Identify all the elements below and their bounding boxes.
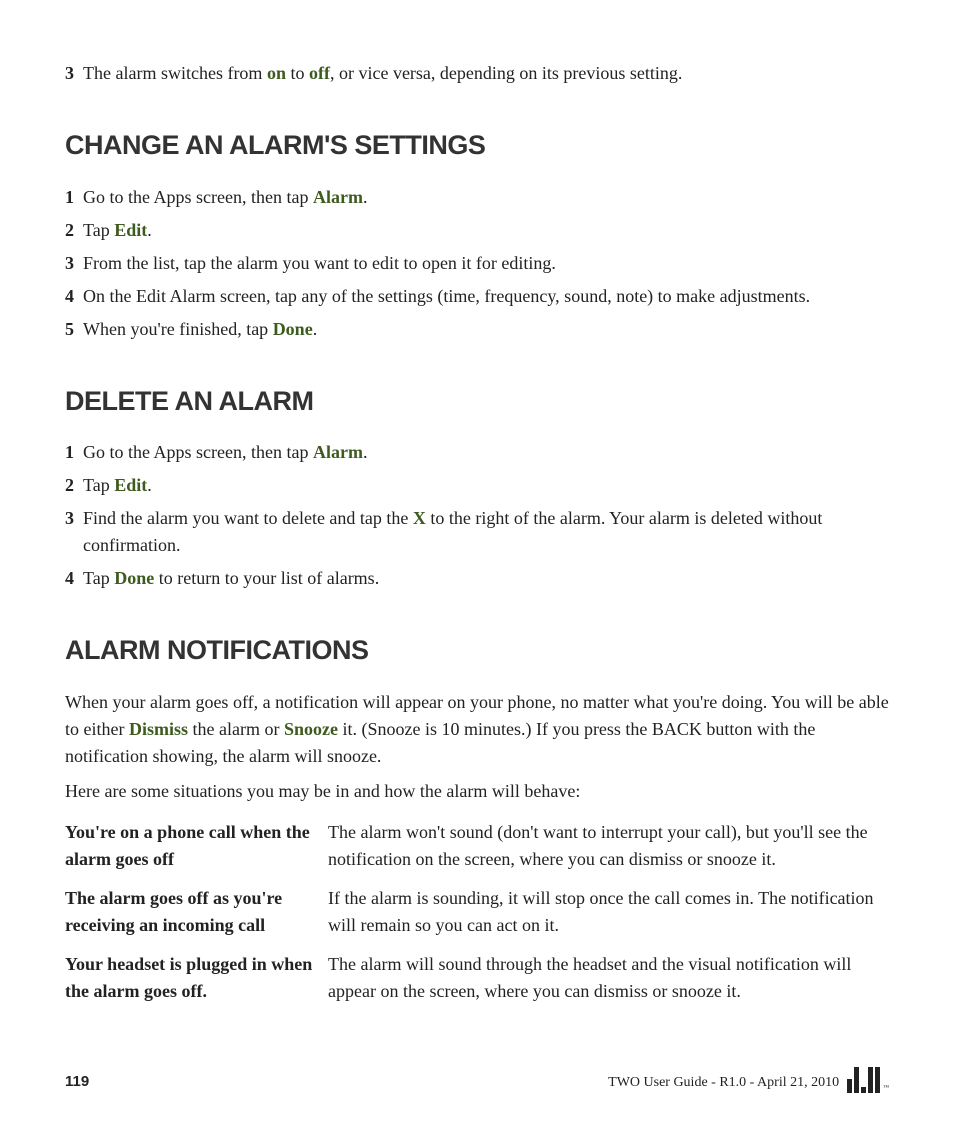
- step-number: 3: [65, 505, 74, 532]
- bold-term: Done: [114, 568, 154, 588]
- bold-term: Snooze: [284, 719, 338, 739]
- bold-term: Alarm: [313, 442, 363, 462]
- bold-term: Alarm: [313, 187, 363, 207]
- list-item: 4 On the Edit Alarm screen, tap any of th…: [65, 283, 889, 310]
- step-text: .: [147, 475, 152, 495]
- bold-term: Edit: [114, 220, 147, 240]
- step-number: 3: [65, 250, 74, 277]
- step-text: to return to your list of alarms.: [154, 568, 379, 588]
- situation-desc: The alarm will sound through the headset…: [328, 945, 889, 1011]
- para-text: the alarm or: [188, 719, 284, 739]
- list-item: 3 Find the alarm you want to delete and t…: [65, 505, 889, 559]
- list-item: 3 From the list, tap the alarm you want t…: [65, 250, 889, 277]
- bold-term: off: [309, 63, 330, 83]
- guide-info: TWO User Guide - R1.0 - April 21, 2010 ™: [608, 1067, 889, 1093]
- list-item: 5 When you're finished, tap Done.: [65, 316, 889, 343]
- bold-term: Edit: [114, 475, 147, 495]
- section-heading-notifications: ALARM NOTIFICATIONS: [65, 630, 889, 671]
- step-text: The alarm switches from: [83, 63, 267, 83]
- step-number: 5: [65, 316, 74, 343]
- step-text: On the Edit Alarm screen, tap any of the…: [83, 286, 810, 306]
- page-footer: 119 TWO User Guide - R1.0 - April 21, 20…: [65, 1067, 889, 1093]
- bold-term: Done: [273, 319, 313, 339]
- table-row: You're on a phone call when the alarm go…: [65, 813, 889, 879]
- list-item: 4 Tap Done to return to your list of alar…: [65, 565, 889, 592]
- step-text: Go to the Apps screen, then tap: [83, 187, 313, 207]
- situation-desc: The alarm won't sound (don't want to int…: [328, 813, 889, 879]
- notifications-para1: When your alarm goes off, a notification…: [65, 689, 889, 770]
- situation-label: The alarm goes off as you're receiving a…: [65, 879, 328, 945]
- notifications-para2: Here are some situations you may be in a…: [65, 778, 889, 805]
- step-number: 4: [65, 283, 74, 310]
- page-number: 119: [65, 1071, 89, 1094]
- step-text: .: [313, 319, 318, 339]
- step-text: Find the alarm you want to delete and ta…: [83, 508, 413, 528]
- bold-term: Dismiss: [129, 719, 188, 739]
- step-number: 2: [65, 217, 74, 244]
- step-number: 2: [65, 472, 74, 499]
- list-item: 1 Go to the Apps screen, then tap Alarm.: [65, 184, 889, 211]
- bold-term: X: [413, 508, 426, 528]
- bold-term: on: [267, 63, 286, 83]
- step-text: , or vice versa, depending on its previo…: [330, 63, 682, 83]
- intro-list: 3 The alarm switches from on to off, or …: [65, 60, 889, 87]
- step-text: to: [286, 63, 309, 83]
- step-text: .: [147, 220, 152, 240]
- situation-desc: If the alarm is sounding, it will stop o…: [328, 879, 889, 945]
- step-number: 1: [65, 439, 74, 466]
- table-row: The alarm goes off as you're receiving a…: [65, 879, 889, 945]
- step-text: Go to the Apps screen, then tap: [83, 442, 313, 462]
- step-text: .: [363, 442, 368, 462]
- step-text: Tap: [83, 475, 114, 495]
- list-item: 2 Tap Edit.: [65, 217, 889, 244]
- situation-label: You're on a phone call when the alarm go…: [65, 813, 328, 879]
- step-text: When you're finished, tap: [83, 319, 273, 339]
- step-text: Tap: [83, 568, 114, 588]
- list-item: 3 The alarm switches from on to off, or …: [65, 60, 889, 87]
- section-heading-change: CHANGE AN ALARM'S SETTINGS: [65, 125, 889, 166]
- section-heading-delete: DELETE AN ALARM: [65, 381, 889, 422]
- step-number: 3: [65, 60, 74, 87]
- change-settings-steps: 1Go to the Apps screen, then tap Alarm.2…: [65, 184, 889, 343]
- kin-logo-icon: ™: [847, 1067, 889, 1093]
- delete-alarm-steps: 1Go to the Apps screen, then tap Alarm.2…: [65, 439, 889, 592]
- list-item: 1 Go to the Apps screen, then tap Alarm.: [65, 439, 889, 466]
- step-text: From the list, tap the alarm you want to…: [83, 253, 556, 273]
- guide-text: TWO User Guide - R1.0 - April 21, 2010: [608, 1072, 839, 1093]
- table-row: Your headset is plugged in when the alar…: [65, 945, 889, 1011]
- list-item: 2 Tap Edit.: [65, 472, 889, 499]
- situations-table: You're on a phone call when the alarm go…: [65, 813, 889, 1011]
- step-text: .: [363, 187, 368, 207]
- situation-label: Your headset is plugged in when the alar…: [65, 945, 328, 1011]
- step-number: 4: [65, 565, 74, 592]
- step-number: 1: [65, 184, 74, 211]
- step-text: Tap: [83, 220, 114, 240]
